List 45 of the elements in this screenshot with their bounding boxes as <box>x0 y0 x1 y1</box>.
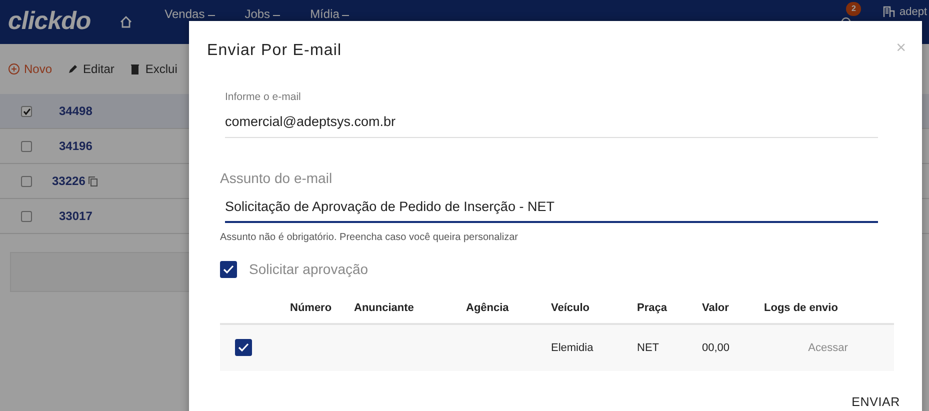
home-icon[interactable] <box>118 15 133 29</box>
nav-menu[interactable]: Jobs <box>244 5 280 23</box>
logo[interactable]: clickdo <box>8 3 91 41</box>
column-header: Número <box>289 301 333 316</box>
check-icon <box>223 265 234 274</box>
plus-circle-icon <box>8 63 20 75</box>
toolbar-button[interactable]: Editar <box>67 60 114 78</box>
pencil-icon <box>67 63 80 75</box>
row-checkbox[interactable] <box>21 140 32 152</box>
order-number-link[interactable]: 34196 <box>59 137 92 155</box>
helper-text: Assunto não é obrigatório. Preencha caso você queira personalizar <box>220 231 519 246</box>
notification-badge: 2 <box>846 2 861 16</box>
column-header: Valor <box>701 301 730 316</box>
user-name[interactable]: adept <box>899 4 927 20</box>
trash-icon <box>129 63 142 75</box>
checkbox-label: Solicitar aprovação <box>249 260 368 280</box>
check-icon <box>238 343 249 352</box>
nav-menu[interactable]: Mídia <box>310 5 350 23</box>
check-icon <box>22 108 30 114</box>
modal-title: Enviar Por E-mail <box>207 41 342 60</box>
email-field[interactable]: comercial@adeptsys.com.br <box>225 106 878 138</box>
toolbar-button[interactable]: Exclui <box>129 60 178 78</box>
field-label: Assunto do e-mail <box>220 169 334 188</box>
approval-checkbox[interactable] <box>220 261 237 278</box>
table-cell-text: 00,00 <box>702 340 730 356</box>
subject-field[interactable]: Solicitação de Aprovação de Pedido de Inserção - NET <box>225 191 878 224</box>
row-checkbox[interactable] <box>21 106 32 116</box>
row-checkbox[interactable] <box>21 210 32 222</box>
order-number-link[interactable]: 34498 <box>59 102 92 120</box>
table-cell-text: Elemidia <box>551 340 594 356</box>
order-number-link[interactable]: 33017 <box>59 207 92 225</box>
table-cell-text: NET <box>637 340 659 356</box>
column-header: Logs de envio <box>763 301 839 316</box>
column-header: Agência <box>465 301 510 316</box>
row-checkbox[interactable] <box>21 176 32 186</box>
access-link[interactable]: Acessar <box>808 340 848 356</box>
column-header: Veículo <box>550 301 591 316</box>
order-number-link[interactable]: 33226 <box>52 172 86 190</box>
row-checkbox[interactable] <box>235 339 252 356</box>
field-label: Informe o e-mail <box>225 90 302 106</box>
column-header: Anunciante <box>353 301 415 316</box>
column-header: Praça <box>636 301 668 316</box>
send-button[interactable]: ENVIAR <box>846 388 906 411</box>
building-icon[interactable] <box>883 6 896 18</box>
nav-menu[interactable]: Vendas <box>164 5 215 23</box>
